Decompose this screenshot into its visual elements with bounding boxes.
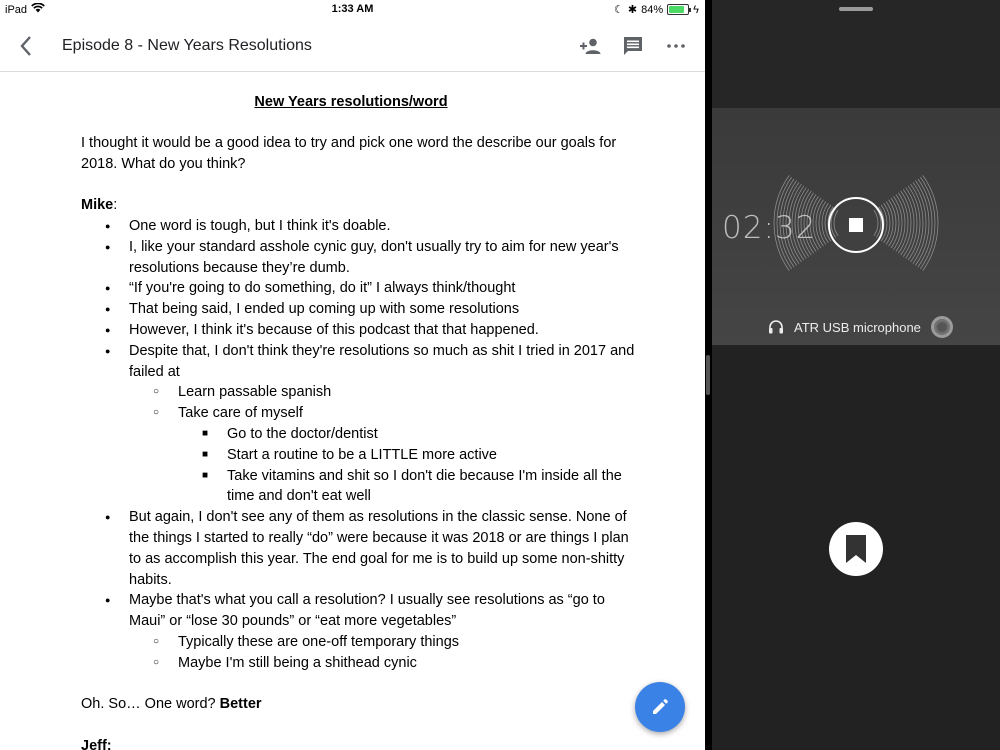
recorder-footer <box>712 345 1000 750</box>
document-body[interactable]: New Years resolutions/word I thought it … <box>81 92 641 750</box>
microphone-name: ATR USB microphone <box>794 319 921 335</box>
list-item: That being said, I ended up coming up wi… <box>81 299 641 320</box>
list-item: I, like your standard asshole cynic guy,… <box>81 237 641 279</box>
speaker-jeff: Jeff: <box>81 737 112 750</box>
pencil-icon <box>653 699 668 714</box>
recorder-app: 02:32 ATR USB microphone <box>712 0 1000 750</box>
wifi-icon <box>31 2 45 16</box>
mike-bullet-list: One word is tough, but I think it's doab… <box>81 216 641 674</box>
app-grabber-handle[interactable] <box>839 7 873 11</box>
moon-icon: ☾ <box>614 4 624 16</box>
status-time: 1:33 AM <box>331 3 374 15</box>
list-item: Go to the doctor/dentist <box>178 424 641 445</box>
list-item: “If you're going to do something, do it”… <box>81 278 641 299</box>
closing-text: Oh. So… One word? <box>81 696 220 713</box>
headphones-icon <box>769 320 783 334</box>
list-item: Take care of myself Go to the doctor/den… <box>129 403 641 507</box>
closing-paragraph: Oh. So… One word? Better <box>81 694 641 715</box>
list-item-text: Despite that, I don't think they're reso… <box>129 342 635 380</box>
comment-icon <box>623 36 642 55</box>
bluetooth-icon: ✱ <box>627 4 638 16</box>
app-bar: Episode 8 - New Years Resolutions <box>0 20 705 72</box>
list-item: But again, I don't see any of them as re… <box>81 507 641 590</box>
recording-timer: 02:32 <box>722 210 817 246</box>
bookmark-button[interactable] <box>829 522 883 576</box>
recorder-header <box>712 0 1000 108</box>
more-options-button[interactable] <box>658 28 693 63</box>
add-person-button[interactable] <box>572 28 607 63</box>
list-item: Take vitamins and shit so I don't die be… <box>178 466 641 508</box>
microphone-selector[interactable]: ATR USB microphone <box>768 316 953 338</box>
list-item: Typically these are one-off temporary th… <box>129 632 641 653</box>
speaker-mike: Mike: <box>81 195 641 216</box>
intro-paragraph: I thought it would be a good idea to try… <box>81 134 617 172</box>
sub-sub-list: Go to the doctor/dentist Start a routine… <box>178 424 641 507</box>
stop-icon <box>849 218 863 232</box>
divider-handle[interactable] <box>706 355 710 395</box>
edit-fab-button[interactable] <box>635 682 685 732</box>
list-item: One word is tough, but I think it's doab… <box>81 216 641 237</box>
list-item-text: Take care of myself <box>178 405 303 422</box>
status-bar: iPad 1:33 AM ☾ ✱ 84% ϟ <box>0 0 705 20</box>
list-item: Learn passable spanish <box>129 382 641 403</box>
comments-button[interactable] <box>615 28 650 63</box>
input-level-knob[interactable] <box>930 316 953 338</box>
battery-percent: 84% <box>641 3 664 16</box>
more-horizontal-icon <box>666 43 685 48</box>
back-button[interactable] <box>4 24 48 68</box>
wave-ring <box>919 176 936 270</box>
device-label: iPad <box>5 3 28 16</box>
list-item: However, I think it's because of this po… <box>81 320 641 341</box>
sub-list: Typically these are one-off temporary th… <box>129 632 641 674</box>
battery-fill <box>669 6 685 13</box>
speaker-colon: : <box>113 197 118 214</box>
speaker-name: Mike <box>81 197 114 214</box>
recording-panel: 02:32 ATR USB microphone <box>712 108 1000 345</box>
bookmark-icon <box>846 535 866 563</box>
list-item: Despite that, I don't think they're reso… <box>81 341 641 507</box>
charging-icon: ϟ <box>693 3 699 16</box>
document-title: Episode 8 - New Years Resolutions <box>62 36 312 54</box>
list-item: Maybe that's what you call a resolution?… <box>81 590 641 673</box>
list-item: Start a routine to be a LITTLE more acti… <box>178 445 641 466</box>
split-view-divider[interactable] <box>705 0 712 750</box>
list-item-text: Maybe that's what you call a resolution?… <box>129 592 605 630</box>
doc-heading: New Years resolutions/word <box>254 94 448 110</box>
battery-icon <box>667 4 692 15</box>
sub-list: Learn passable spanish Take care of myse… <box>129 382 641 507</box>
chevron-left-icon <box>20 35 31 56</box>
add-person-icon <box>579 38 600 54</box>
list-item: Maybe I'm still being a shithead cynic <box>129 653 641 674</box>
closing-bold: Better <box>219 696 262 713</box>
stop-recording-button[interactable] <box>828 197 884 253</box>
docs-app: Episode 8 - New Years Resolutions New Ye… <box>0 20 705 750</box>
